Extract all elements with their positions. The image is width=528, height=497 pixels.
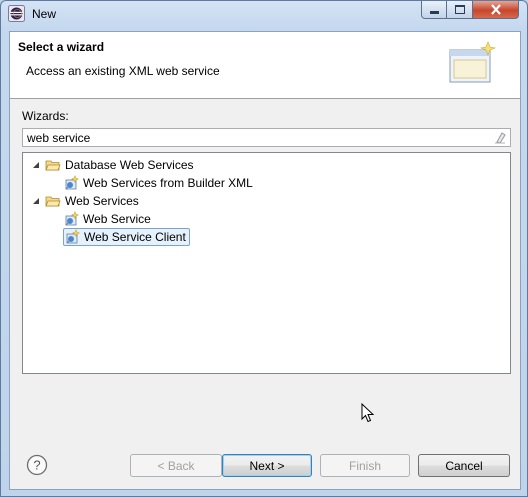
- window-title: New: [32, 7, 57, 21]
- wizard-tree[interactable]: Database Web Services Web Services from …: [22, 152, 511, 423]
- mouse-pointer-icon: [361, 403, 375, 423]
- tree-category-database-web-services[interactable]: Database Web Services: [31, 156, 194, 174]
- next-button[interactable]: Next >: [222, 454, 312, 477]
- maximize-icon: [454, 5, 465, 14]
- minimize-button[interactable]: [421, 1, 447, 19]
- wizards-label: Wizards:: [22, 109, 69, 123]
- tree-label: Web Services: [65, 194, 139, 208]
- help-icon[interactable]: ?: [26, 454, 48, 476]
- tree-label: Web Service Client: [84, 230, 186, 244]
- cancel-button[interactable]: Cancel: [418, 454, 510, 477]
- close-button[interactable]: [473, 1, 519, 19]
- new-wizard-banner-icon: [449, 41, 497, 83]
- maximize-button[interactable]: [447, 1, 473, 19]
- window-frame: New Select a wizard Access an existing X…: [0, 0, 528, 497]
- expanded-triangle-icon[interactable]: [31, 196, 41, 206]
- page-description: Access an existing XML web service: [26, 64, 220, 78]
- minimize-icon: [429, 11, 439, 14]
- page-title: Select a wizard: [18, 40, 105, 54]
- web-service-wizard-icon: [66, 229, 80, 244]
- folder-open-icon: [45, 196, 61, 207]
- tree-item-web-service[interactable]: Web Service: [63, 210, 151, 228]
- clear-filter-icon[interactable]: [493, 131, 507, 144]
- filter-text: web service: [27, 131, 91, 145]
- folder-open-icon: [45, 160, 61, 171]
- wizard-filter-input[interactable]: web service: [22, 128, 511, 147]
- tree-label: Web Services from Builder XML: [83, 176, 253, 190]
- web-service-wizard-icon: [65, 175, 79, 190]
- svg-text:?: ?: [33, 458, 40, 473]
- web-service-wizard-icon: [65, 211, 79, 226]
- title-bar[interactable]: New: [1, 1, 528, 27]
- expanded-triangle-icon[interactable]: [31, 160, 41, 170]
- finish-button[interactable]: Finish: [320, 454, 410, 477]
- close-icon: [490, 4, 501, 15]
- tree-label: Database Web Services: [65, 158, 194, 172]
- eclipse-icon: [8, 5, 25, 22]
- tree-item-web-service-client[interactable]: Web Service Client: [63, 228, 190, 246]
- tree-label: Web Service: [83, 212, 151, 226]
- wizard-header: Select a wizard Access an existing XML w…: [10, 32, 520, 99]
- tree-item-web-services-from-builder-xml[interactable]: Web Services from Builder XML: [63, 174, 253, 192]
- dialog-body: Select a wizard Access an existing XML w…: [9, 31, 521, 490]
- tree-category-web-services[interactable]: Web Services: [31, 192, 139, 210]
- back-button[interactable]: < Back: [130, 454, 222, 477]
